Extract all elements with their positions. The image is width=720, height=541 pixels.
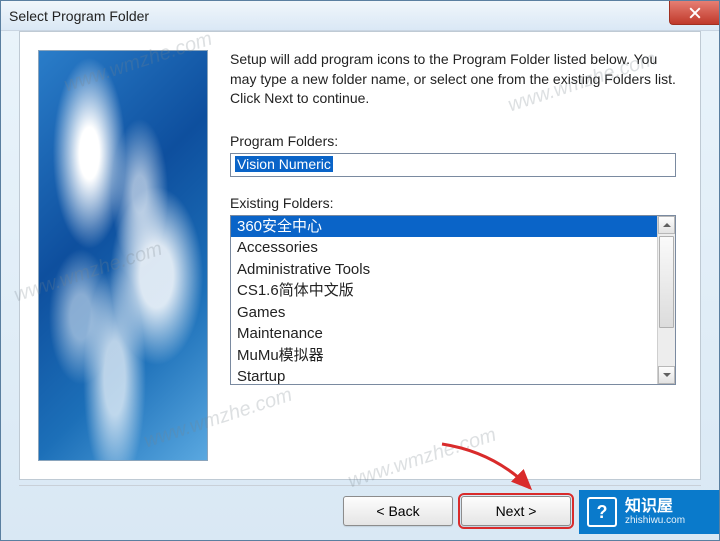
content-area: Setup will add program icons to the Prog… — [1, 31, 719, 540]
main-panel: Setup will add program icons to the Prog… — [230, 50, 676, 461]
installer-window: Select Program Folder Setup will add pro… — [0, 0, 720, 541]
next-button[interactable]: Next > — [461, 496, 571, 526]
wizard-side-image — [38, 50, 208, 461]
site-badge: ? 知识屋 zhishiwu.com — [579, 490, 719, 534]
titlebar: Select Program Folder — [1, 1, 719, 31]
close-icon — [689, 7, 701, 19]
badge-subtitle: zhishiwu.com — [625, 515, 685, 526]
badge-title: 知识屋 — [625, 499, 685, 515]
list-item[interactable]: Games — [231, 302, 657, 324]
chevron-down-icon — [663, 372, 671, 378]
chevron-up-icon — [663, 222, 671, 228]
list-item[interactable]: Accessories — [231, 237, 657, 259]
back-button[interactable]: < Back — [343, 496, 453, 526]
program-folder-value: Vision Numeric — [235, 156, 333, 172]
list-item[interactable]: Administrative Tools — [231, 259, 657, 281]
list-item[interactable]: MuMu模拟器 — [231, 345, 657, 367]
scroll-thumb[interactable] — [659, 236, 674, 328]
program-folder-input[interactable]: Vision Numeric — [230, 153, 676, 177]
list-inner: 360安全中心 Accessories Administrative Tools… — [231, 216, 657, 384]
list-item[interactable]: Maintenance — [231, 323, 657, 345]
listbox-scrollbar[interactable] — [657, 216, 675, 384]
scroll-up-button[interactable] — [658, 216, 675, 234]
program-folder-label: Program Folders: — [230, 133, 676, 149]
separator — [19, 485, 701, 486]
description-text: Setup will add program icons to the Prog… — [230, 50, 676, 109]
scroll-down-button[interactable] — [658, 366, 675, 384]
inner-panel: Setup will add program icons to the Prog… — [19, 31, 701, 480]
scroll-track[interactable] — [658, 234, 675, 366]
existing-folders-listbox[interactable]: 360安全中心 Accessories Administrative Tools… — [230, 215, 676, 385]
list-item[interactable]: Startup — [231, 366, 657, 384]
existing-folders-label: Existing Folders: — [230, 195, 676, 211]
list-item[interactable]: CS1.6简体中文版 — [231, 280, 657, 302]
close-button[interactable] — [669, 1, 719, 25]
list-item[interactable]: 360安全中心 — [231, 216, 657, 238]
question-icon: ? — [587, 497, 617, 527]
window-title: Select Program Folder — [9, 8, 149, 24]
